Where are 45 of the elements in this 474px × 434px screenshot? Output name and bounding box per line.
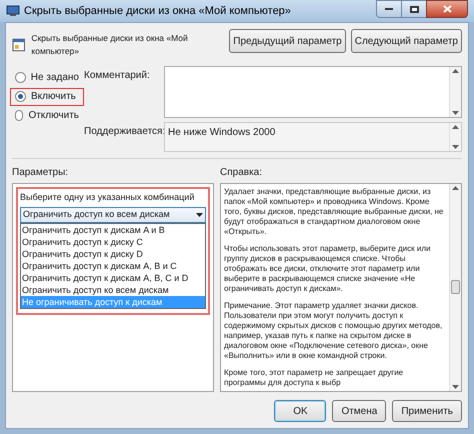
dropdown-option[interactable]: Ограничить доступ к дискам A, B и C bbox=[21, 260, 205, 272]
dropdown-option[interactable]: Ограничить доступ к диску D bbox=[21, 248, 205, 260]
scrollbar[interactable] bbox=[449, 66, 461, 116]
dropdown-option[interactable]: Ограничить доступ к диску C bbox=[21, 236, 205, 248]
setting-title: Скрыть выбранные диски из окна «Мой компьютер» bbox=[31, 32, 189, 58]
dropdown-arrow-icon bbox=[196, 213, 203, 217]
close-icon bbox=[442, 5, 452, 13]
maximize-button[interactable] bbox=[402, 0, 426, 18]
scroll-thumb[interactable] bbox=[451, 280, 460, 294]
policy-icon bbox=[12, 38, 26, 52]
window-icon bbox=[6, 5, 20, 17]
minimize-button[interactable] bbox=[376, 0, 402, 18]
dialog-button[interactable]: OK bbox=[274, 400, 326, 422]
window-title: Скрыть выбранные диски из окна «Мой компьютер» bbox=[24, 4, 292, 19]
help-paragraph: Удалает значки, представляющие выбранные диски, из папок «Мой компьютер» и проводника Windows. Кроме того, буквы дисков, представляющие выбранные диски, не будут отображаться в стандартном диалоговом окне «Открыть». bbox=[224, 186, 444, 236]
help-paragraph: Чтобы использовать этот параметр, выберите диск или группу дисков в раскрывающемся списке. Чтобы отображать все диски, отключите этот параметр или выберите в раскрывающемся списке значение «Не ограничивать доступ к дискам». bbox=[224, 244, 432, 294]
dropdown-option[interactable]: Ограничить доступ к дискам A и B bbox=[21, 224, 205, 236]
close-button[interactable] bbox=[426, 0, 468, 18]
dialog-button[interactable]: Следующий параметр bbox=[350, 29, 462, 53]
dialog-button[interactable]: Применить bbox=[392, 400, 462, 422]
combo-box[interactable]: Ограничить доступ ко всем дискам bbox=[20, 207, 206, 223]
scroll-up-icon[interactable] bbox=[452, 124, 459, 128]
help-paragraph: Примечание. Этот параметр удаляет значки дисков. Пользователи при этом могут получить доступ к содержимому скрытых дисков с помощью других методов, например, указав путь к папке на скрытом диске в диалоговом окне «Подключение сетевого диска», окне «Выполнить» или в окне командной строки. bbox=[224, 300, 444, 360]
radio-option[interactable]: Включить bbox=[10, 88, 84, 106]
scroll-down-icon[interactable] bbox=[452, 110, 459, 114]
parameters-label: Параметры: bbox=[12, 166, 70, 180]
dropdown-option[interactable]: Ограничить доступ ко всем дискам bbox=[21, 284, 205, 296]
supported-value: Не ниже Windows 2000 bbox=[167, 126, 276, 140]
radio-option[interactable]: Не задано bbox=[10, 68, 84, 86]
help-paragraph: Кроме того, этот параметр не запрещает другие программы для доступа к выбр bbox=[224, 368, 404, 388]
dialog-button[interactable]: Отмена bbox=[332, 400, 386, 422]
help-label: Справка: bbox=[220, 166, 264, 180]
comment-label: Комментарий: bbox=[84, 68, 151, 82]
scroll-up-icon[interactable] bbox=[452, 186, 459, 190]
dialog-button[interactable]: Предыдущий параметр bbox=[229, 29, 346, 53]
supported-label: Поддерживается: bbox=[84, 124, 164, 138]
scrollbar[interactable] bbox=[449, 122, 461, 150]
combo-prompt: Выберите одну из указанных комбинаций bbox=[20, 190, 196, 204]
scrollbar[interactable] bbox=[449, 184, 461, 391]
dropdown-option[interactable]: Ограничить доступ к дискам A, B, C и D bbox=[21, 272, 205, 284]
radio-option[interactable]: Отключить bbox=[10, 106, 84, 124]
scroll-down-icon[interactable] bbox=[452, 385, 459, 389]
comment-field[interactable] bbox=[164, 66, 462, 118]
scroll-down-icon[interactable] bbox=[452, 144, 459, 148]
scroll-up-icon[interactable] bbox=[452, 68, 459, 72]
